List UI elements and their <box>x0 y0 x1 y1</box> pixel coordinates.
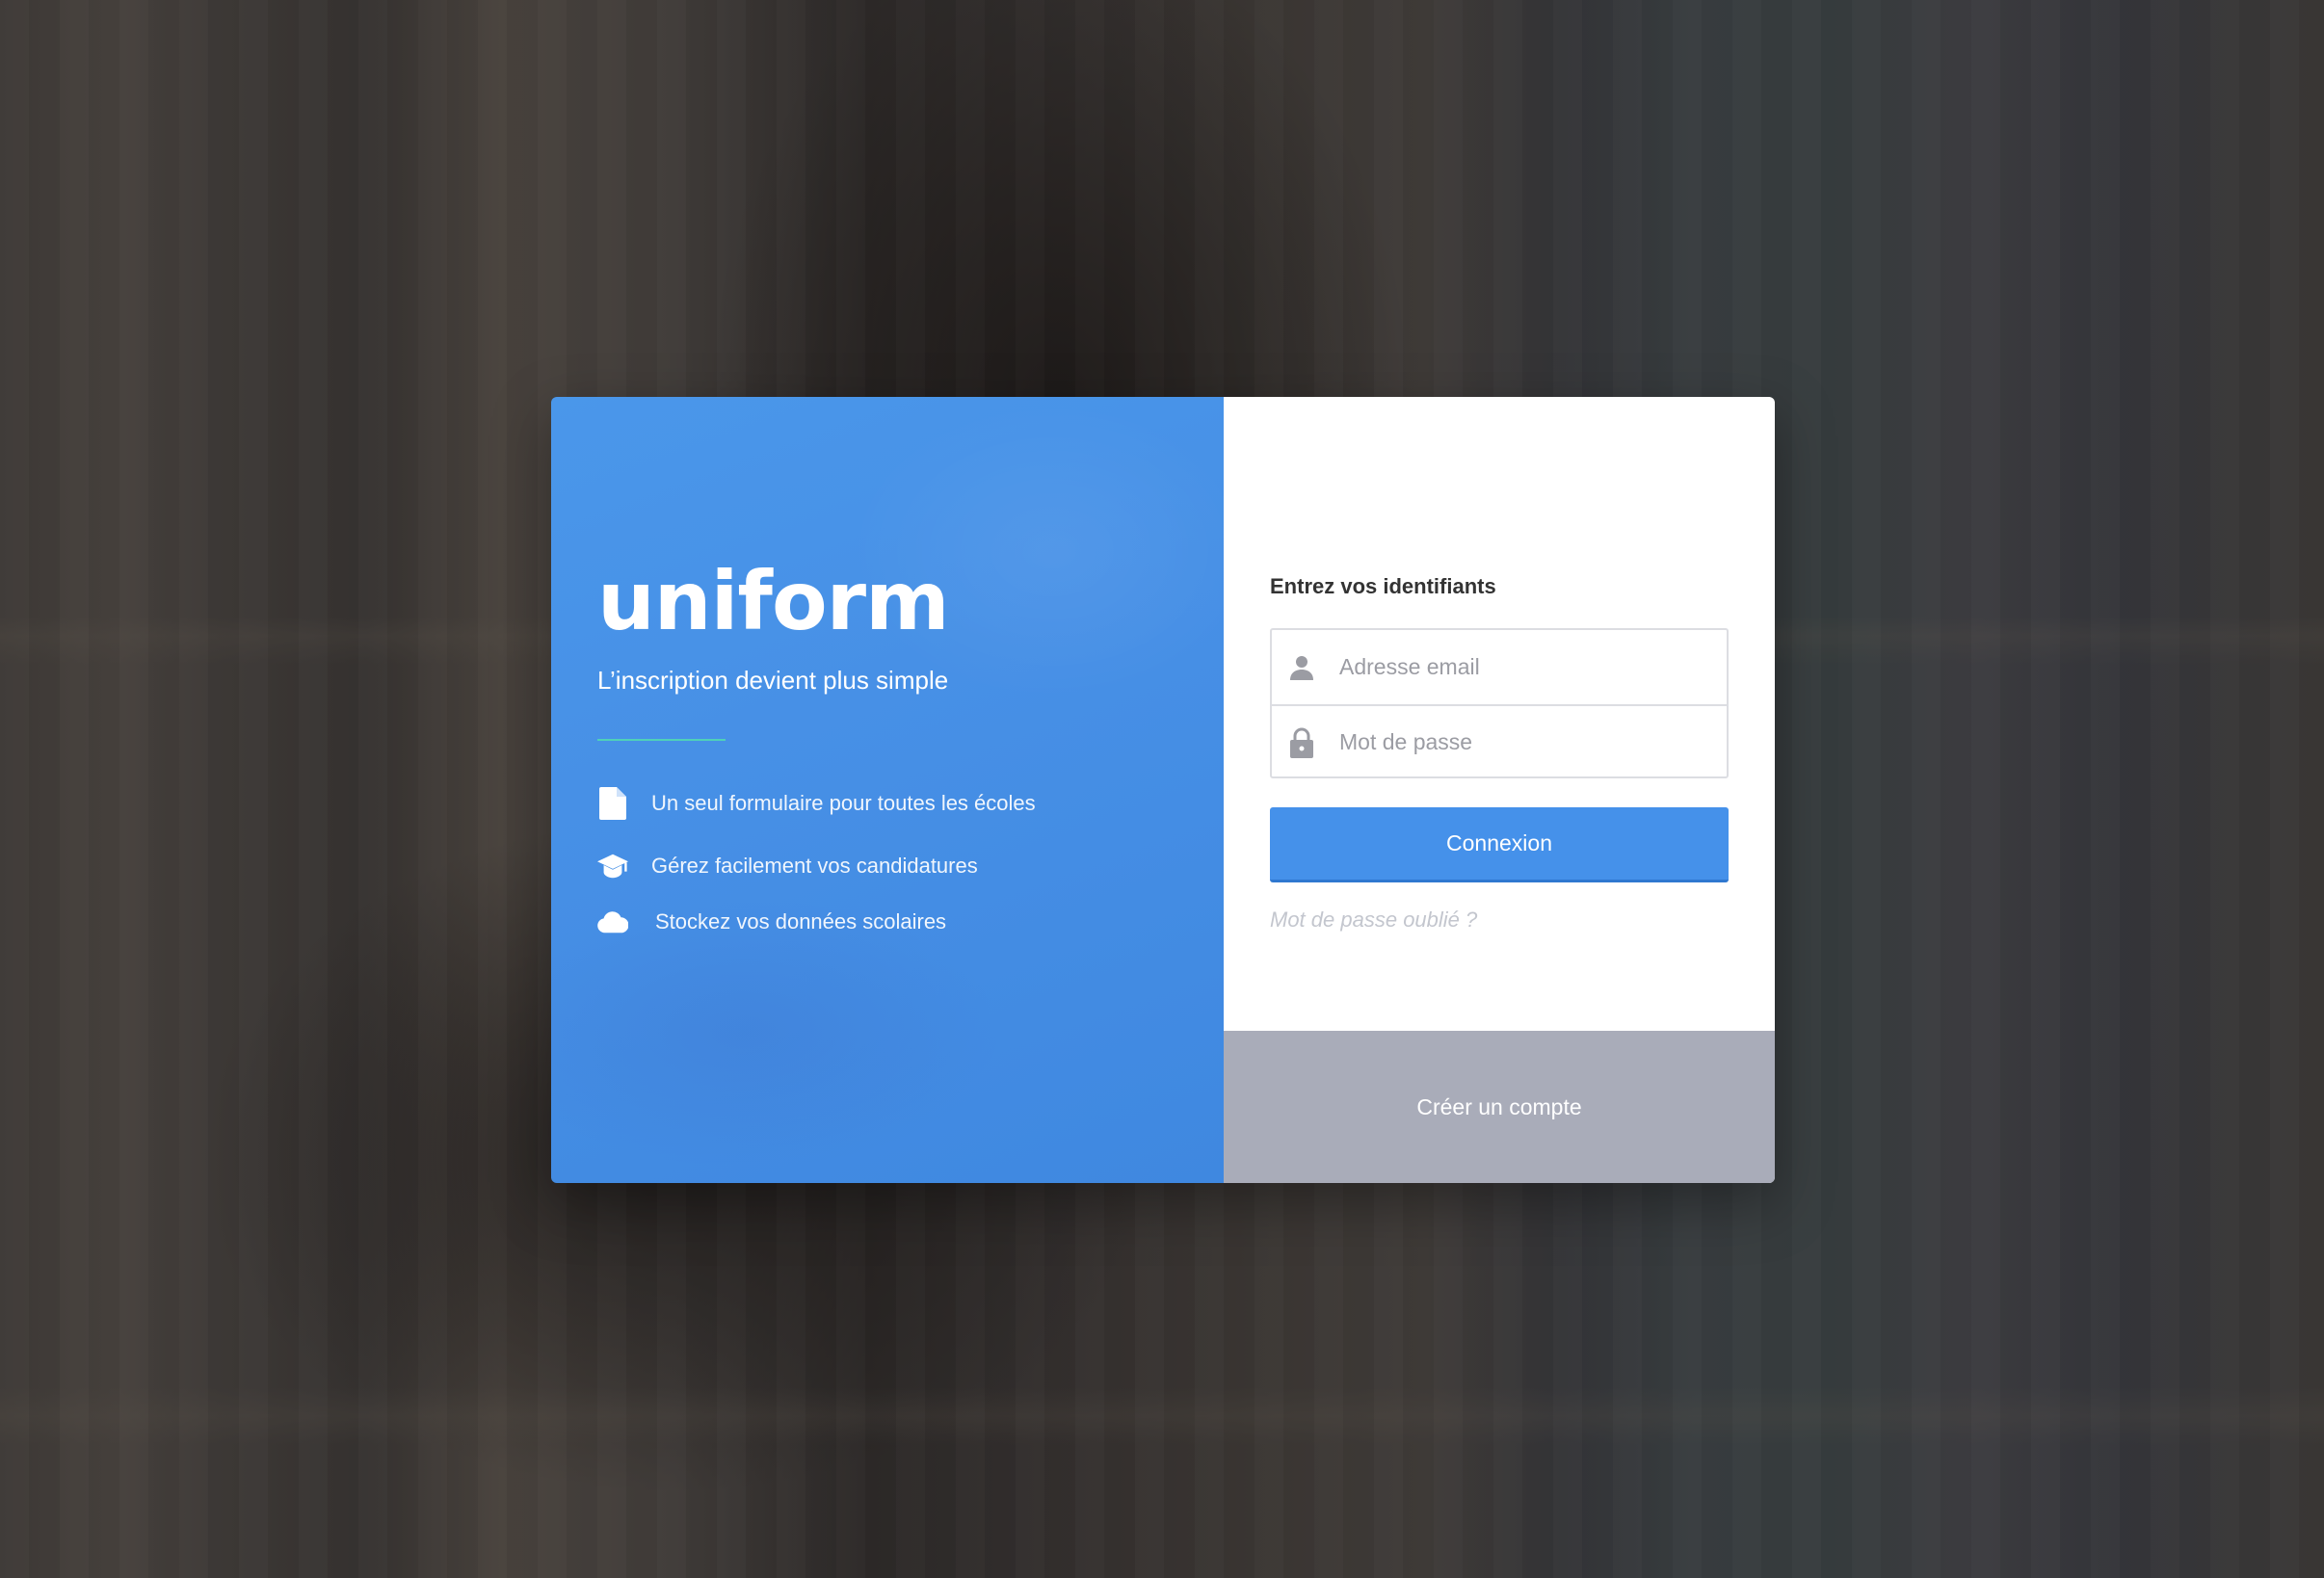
feature-item: Gérez facilement vos candidatures <box>597 849 1036 883</box>
feature-label: Stockez vos données scolaires <box>655 909 947 934</box>
forgot-password-link[interactable]: Mot de passe oublié ? <box>1270 907 1477 933</box>
create-account-button[interactable]: Créer un compte <box>1224 1031 1775 1183</box>
user-icon <box>1287 653 1316 682</box>
login-card: uniform L’inscription devient plus simpl… <box>551 397 1775 1183</box>
email-row <box>1272 630 1727 706</box>
feature-label: Gérez facilement vos candidatures <box>651 854 978 878</box>
password-field[interactable] <box>1339 729 1705 755</box>
promo-panel: uniform L’inscription devient plus simpl… <box>551 397 1224 1183</box>
feature-item: Un seul formulaire pour toutes les école… <box>597 786 1036 821</box>
login-button[interactable]: Connexion <box>1270 807 1729 882</box>
credentials-group <box>1270 628 1729 778</box>
accent-divider <box>597 739 726 741</box>
document-icon <box>597 787 628 820</box>
brand-logo: uniform <box>597 554 950 648</box>
password-row <box>1272 706 1727 778</box>
feature-list: Un seul formulaire pour toutes les école… <box>597 786 1036 939</box>
cloud-icon <box>597 907 628 937</box>
login-heading: Entrez vos identifiants <box>1270 574 1496 598</box>
brand-tagline: L’inscription devient plus simple <box>597 666 949 695</box>
lock-icon <box>1287 727 1316 758</box>
feature-item: Stockez vos données scolaires <box>597 905 1036 939</box>
graduation-cap-icon <box>597 851 628 881</box>
email-field[interactable] <box>1339 654 1705 680</box>
feature-label: Un seul formulaire pour toutes les école… <box>651 791 1036 815</box>
login-panel: Entrez vos identifiants Adresse email Co… <box>1224 397 1775 1183</box>
